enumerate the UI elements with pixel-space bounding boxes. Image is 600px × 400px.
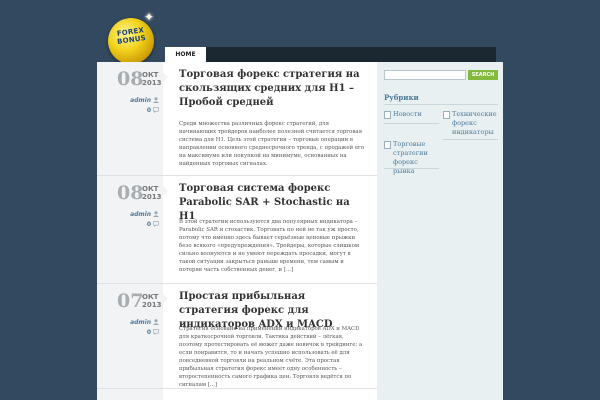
category-divider	[384, 123, 439, 124]
post-excerpt: Стратегия основана на применении индикат…	[179, 326, 363, 388]
post-excerpt: В этой стратегии используются два популя…	[179, 219, 360, 273]
post-day: 08	[117, 68, 144, 90]
post-item: 07 ОКТ 2013 admin 0 Простая прибыльная с…	[97, 284, 377, 388]
nav-home-tab[interactable]: HOME	[165, 47, 206, 62]
search-button[interactable]: SEARCH	[468, 70, 498, 80]
category-divider	[384, 168, 439, 169]
post-day: 07	[117, 290, 144, 312]
post-author[interactable]: admin	[130, 319, 151, 326]
post-item: 08 ОКТ 2013 admin 0 Торговая система фор…	[97, 176, 377, 283]
site-logo[interactable]: ✦ FOREX BONUS	[108, 10, 154, 64]
post-meta: 07 ОКТ 2013 admin 0	[97, 284, 163, 388]
post-title[interactable]: Торговая форекс стратегия на скользящих …	[179, 68, 364, 110]
category-link-indicators[interactable]: Технические форекс индикаторы	[452, 110, 498, 137]
user-icon	[153, 211, 159, 217]
logo-text: FOREX BONUS	[116, 26, 147, 46]
user-icon	[153, 319, 159, 325]
meta-arrow	[163, 294, 168, 304]
post-comment-count[interactable]: 0	[147, 329, 151, 336]
post-comment-count[interactable]: 0	[147, 221, 151, 228]
next-post-meta	[97, 389, 163, 400]
category-page-icon	[384, 141, 391, 149]
comment-icon	[153, 221, 159, 227]
post-month: ОКТ	[142, 185, 159, 193]
sidebar: SEARCH Рубрики Новости Технические форек…	[377, 62, 503, 400]
post-comment-count[interactable]: 0	[147, 107, 151, 114]
post-year: 2013	[142, 193, 162, 201]
category-page-icon	[384, 111, 391, 119]
category-page-icon	[443, 111, 450, 119]
post-author[interactable]: admin	[130, 211, 151, 218]
comment-icon	[153, 329, 159, 335]
post-day: 08	[117, 182, 144, 204]
category-divider	[443, 139, 498, 140]
posts-column: 08 ОКТ 2013 admin 0 Торговая форекс стра…	[97, 62, 377, 400]
heading-divider	[384, 104, 498, 105]
post-meta: 08 ОКТ 2013 admin 0	[97, 62, 163, 175]
category-link-news[interactable]: Новости	[393, 110, 438, 119]
post-excerpt: Среди множества различных форекс стратег…	[179, 121, 365, 167]
post-author[interactable]: admin	[130, 97, 151, 104]
search-input[interactable]	[384, 70, 466, 80]
meta-arrow	[163, 72, 168, 82]
post-item: 08 ОКТ 2013 admin 0 Торговая форекс стра…	[97, 62, 377, 175]
main-navigation: HOME	[165, 47, 496, 62]
post-month: ОКТ	[142, 71, 159, 79]
post-meta: 08 ОКТ 2013 admin 0	[97, 176, 163, 283]
categories-heading: Рубрики	[384, 93, 419, 102]
post-year: 2013	[142, 79, 162, 87]
user-icon	[153, 97, 159, 103]
category-link-strategies[interactable]: Торговые стратегии форекс рынка	[393, 140, 438, 176]
sparkle-icon: ✦	[144, 10, 155, 24]
post-year: 2013	[142, 301, 162, 309]
meta-arrow	[163, 186, 168, 196]
post-month: ОКТ	[142, 293, 159, 301]
comment-icon	[153, 107, 159, 113]
